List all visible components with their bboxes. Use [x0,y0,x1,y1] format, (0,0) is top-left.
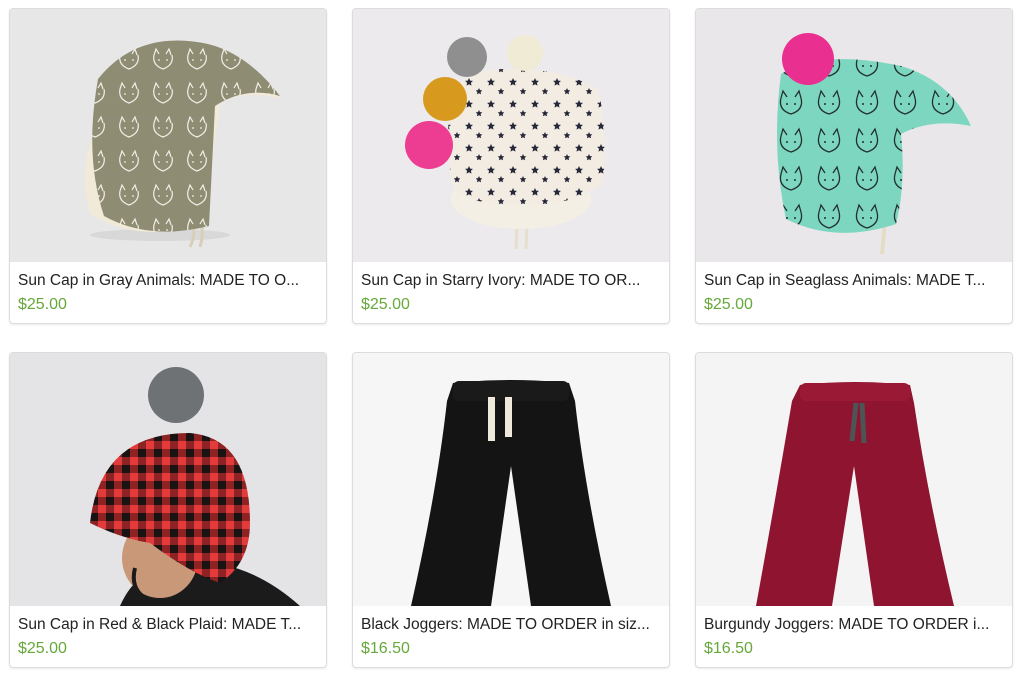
product-card[interactable]: Sun Cap in Starry Ivory: MADE TO OR... $… [352,8,670,324]
product-image[interactable] [10,353,326,606]
product-title[interactable]: Burgundy Joggers: MADE TO ORDER i... [704,615,1004,635]
product-image[interactable] [696,9,1012,262]
product-title[interactable]: Sun Cap in Red & Black Plaid: MADE T... [18,615,318,635]
product-price: $16.50 [361,640,410,657]
product-title[interactable]: Black Joggers: MADE TO ORDER in siz... [361,615,661,635]
product-price: $25.00 [18,640,67,657]
product-card[interactable]: Sun Cap in Gray Animals: MADE TO O... $2… [9,8,327,324]
product-price: $25.00 [704,296,753,313]
product-grid: Sun Cap in Gray Animals: MADE TO O... $2… [0,0,1024,677]
product-image[interactable] [696,353,1012,606]
product-card[interactable]: Black Joggers: MADE TO ORDER in siz... $… [352,352,670,668]
product-title[interactable]: Sun Cap in Gray Animals: MADE TO O... [18,271,318,291]
product-card[interactable]: Sun Cap in Seaglass Animals: MADE T... $… [695,8,1013,324]
product-card[interactable]: Sun Cap in Red & Black Plaid: MADE T... … [9,352,327,668]
product-title[interactable]: Sun Cap in Starry Ivory: MADE TO OR... [361,271,661,291]
product-price: $25.00 [361,296,410,313]
product-image[interactable] [353,9,669,262]
product-title[interactable]: Sun Cap in Seaglass Animals: MADE T... [704,271,1004,291]
product-image[interactable] [10,9,326,262]
product-image[interactable] [353,353,669,606]
product-price: $25.00 [18,296,67,313]
product-price: $16.50 [704,640,753,657]
product-card[interactable]: Burgundy Joggers: MADE TO ORDER i... $16… [695,352,1013,668]
